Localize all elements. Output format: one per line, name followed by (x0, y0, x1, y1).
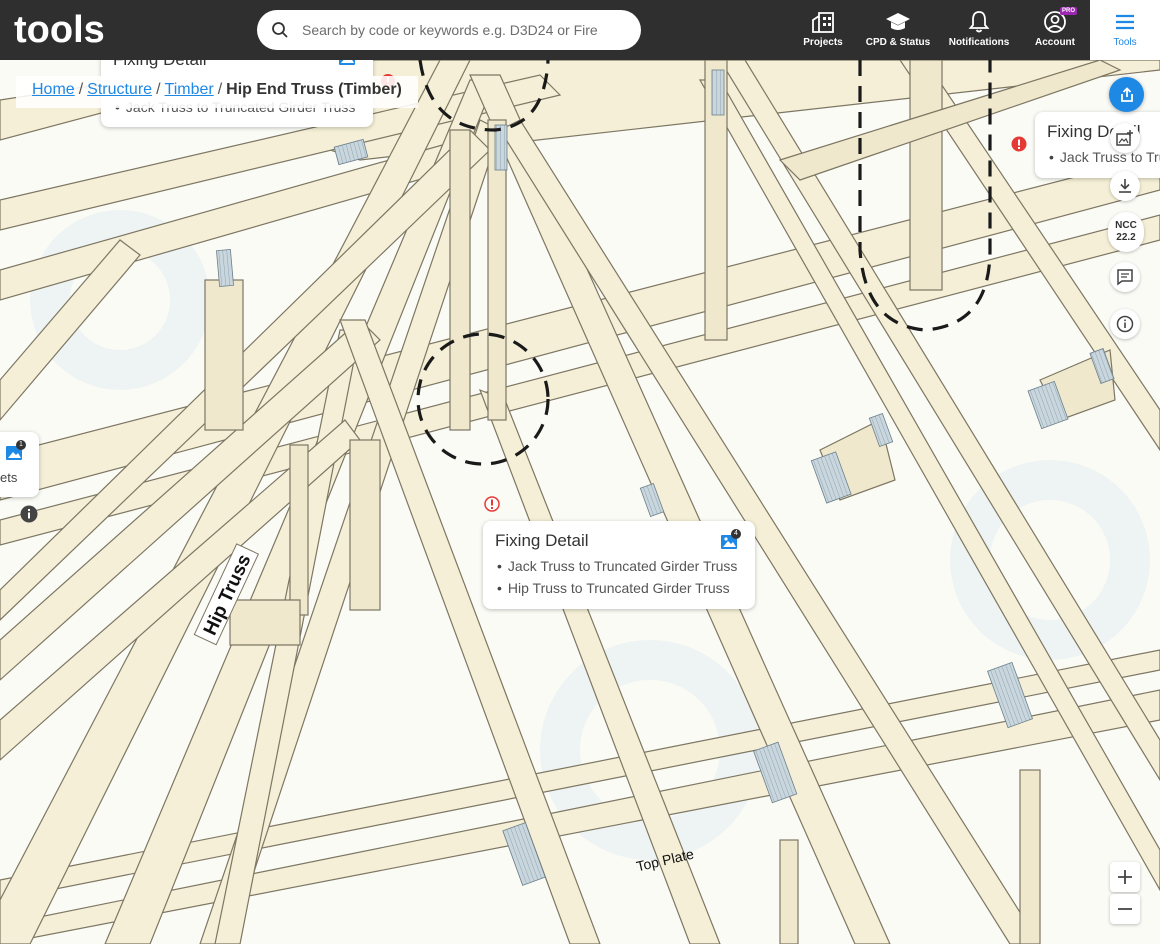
tools-logo[interactable]: tools (14, 9, 114, 49)
breadcrumb-structure-link[interactable]: Structure (87, 81, 152, 98)
zoom-out-icon (1118, 908, 1132, 910)
zoom-in-button[interactable] (1110, 862, 1140, 892)
comment-icon (1117, 269, 1133, 286)
fixing-detail-card[interactable]: Fixing Detail 4 Jack Truss to Truncated … (483, 521, 755, 609)
add-image-button[interactable] (1110, 123, 1140, 153)
assets-card-left[interactable]: 1 ets (0, 432, 39, 497)
info-icon[interactable] (20, 505, 38, 523)
image-count-badge: 4 (731, 529, 741, 539)
search-icon (272, 22, 288, 38)
search-bar (257, 10, 641, 50)
search-input[interactable] (302, 18, 627, 42)
nav-cpd-status[interactable]: CPD & Status (862, 0, 934, 60)
ncc-version-button[interactable]: NCC 22.2 (1108, 212, 1144, 252)
card-item: Jack Truss to Truncated Girder Truss (1049, 146, 1160, 168)
ncc-label: NCC (1115, 220, 1137, 231)
breadcrumb-timber-link[interactable]: Timber (165, 81, 214, 98)
add-image-icon (1116, 130, 1133, 146)
fixing-detail-card-right[interactable]: Fixing Detail Jack Truss to Truncated Gi… (1035, 112, 1160, 178)
card-item: Jack Truss to Truncated Girder Truss (497, 555, 738, 577)
bell-icon (968, 11, 990, 33)
share-button[interactable] (1109, 77, 1144, 112)
app-root: Hip Truss Top Plate Fixing Detail Jack T… (0, 0, 1160, 944)
logo-text: tools (14, 9, 105, 49)
card-title: Fixing Detail (495, 531, 589, 550)
zoom-out-button[interactable] (1110, 894, 1140, 924)
breadcrumb-separator: / (78, 81, 84, 98)
projects-icon (812, 12, 834, 33)
alert-icon[interactable] (484, 496, 500, 512)
download-button[interactable] (1110, 171, 1140, 201)
breadcrumb-home-link[interactable]: Home (32, 81, 75, 98)
menu-icon (1116, 14, 1134, 30)
truss-drawing-canvas[interactable]: Hip Truss Top Plate (0, 60, 1160, 944)
assets-label: ets (0, 470, 18, 485)
card-items: Jack Truss to Truncated Girder Truss Hip… (497, 555, 738, 599)
truss-drawing: Hip Truss Top Plate (0, 60, 1160, 944)
breadcrumb-current-page: Hip End Truss (Timber) (226, 81, 402, 98)
breadcrumb-separator: / (156, 81, 161, 98)
share-icon (1120, 86, 1133, 102)
ncc-version: 22.2 (1116, 232, 1136, 243)
download-icon (1119, 179, 1131, 193)
nav-cpd-label: CPD & Status (865, 37, 931, 48)
zoom-in-icon (1118, 870, 1132, 884)
breadcrumb: Home / Structure / Timber / Hip End Truss (Tim… (16, 76, 418, 108)
nav-tools-label: Tools (1113, 37, 1137, 48)
info-button[interactable] (1110, 309, 1140, 339)
nav-tools[interactable]: Tools (1090, 0, 1160, 60)
nav-notifications[interactable]: Notifications (946, 0, 1012, 60)
card-item: Hip Truss to Truncated Girder Truss (497, 577, 737, 599)
comment-button[interactable] (1110, 262, 1140, 292)
pro-badge: PRO (1060, 7, 1078, 15)
card-items: Jack Truss to Truncated Girder Truss (1049, 146, 1160, 168)
nav-projects[interactable]: Projects (797, 0, 849, 60)
nav-projects-label: Projects (803, 37, 843, 48)
info-icon (1116, 315, 1134, 333)
image-count-badge: 1 (16, 440, 26, 450)
alert-icon[interactable] (1011, 136, 1027, 152)
nav-account[interactable]: PRO Account (1030, 0, 1080, 60)
top-navigation-bar: tools Projects CPD & Stat (0, 0, 1160, 60)
nav-account-label: Account (1035, 37, 1075, 48)
nav-notifications-label: Notifications (948, 37, 1010, 48)
graduation-cap-icon (886, 13, 910, 30)
breadcrumb-separator: / (217, 81, 223, 98)
